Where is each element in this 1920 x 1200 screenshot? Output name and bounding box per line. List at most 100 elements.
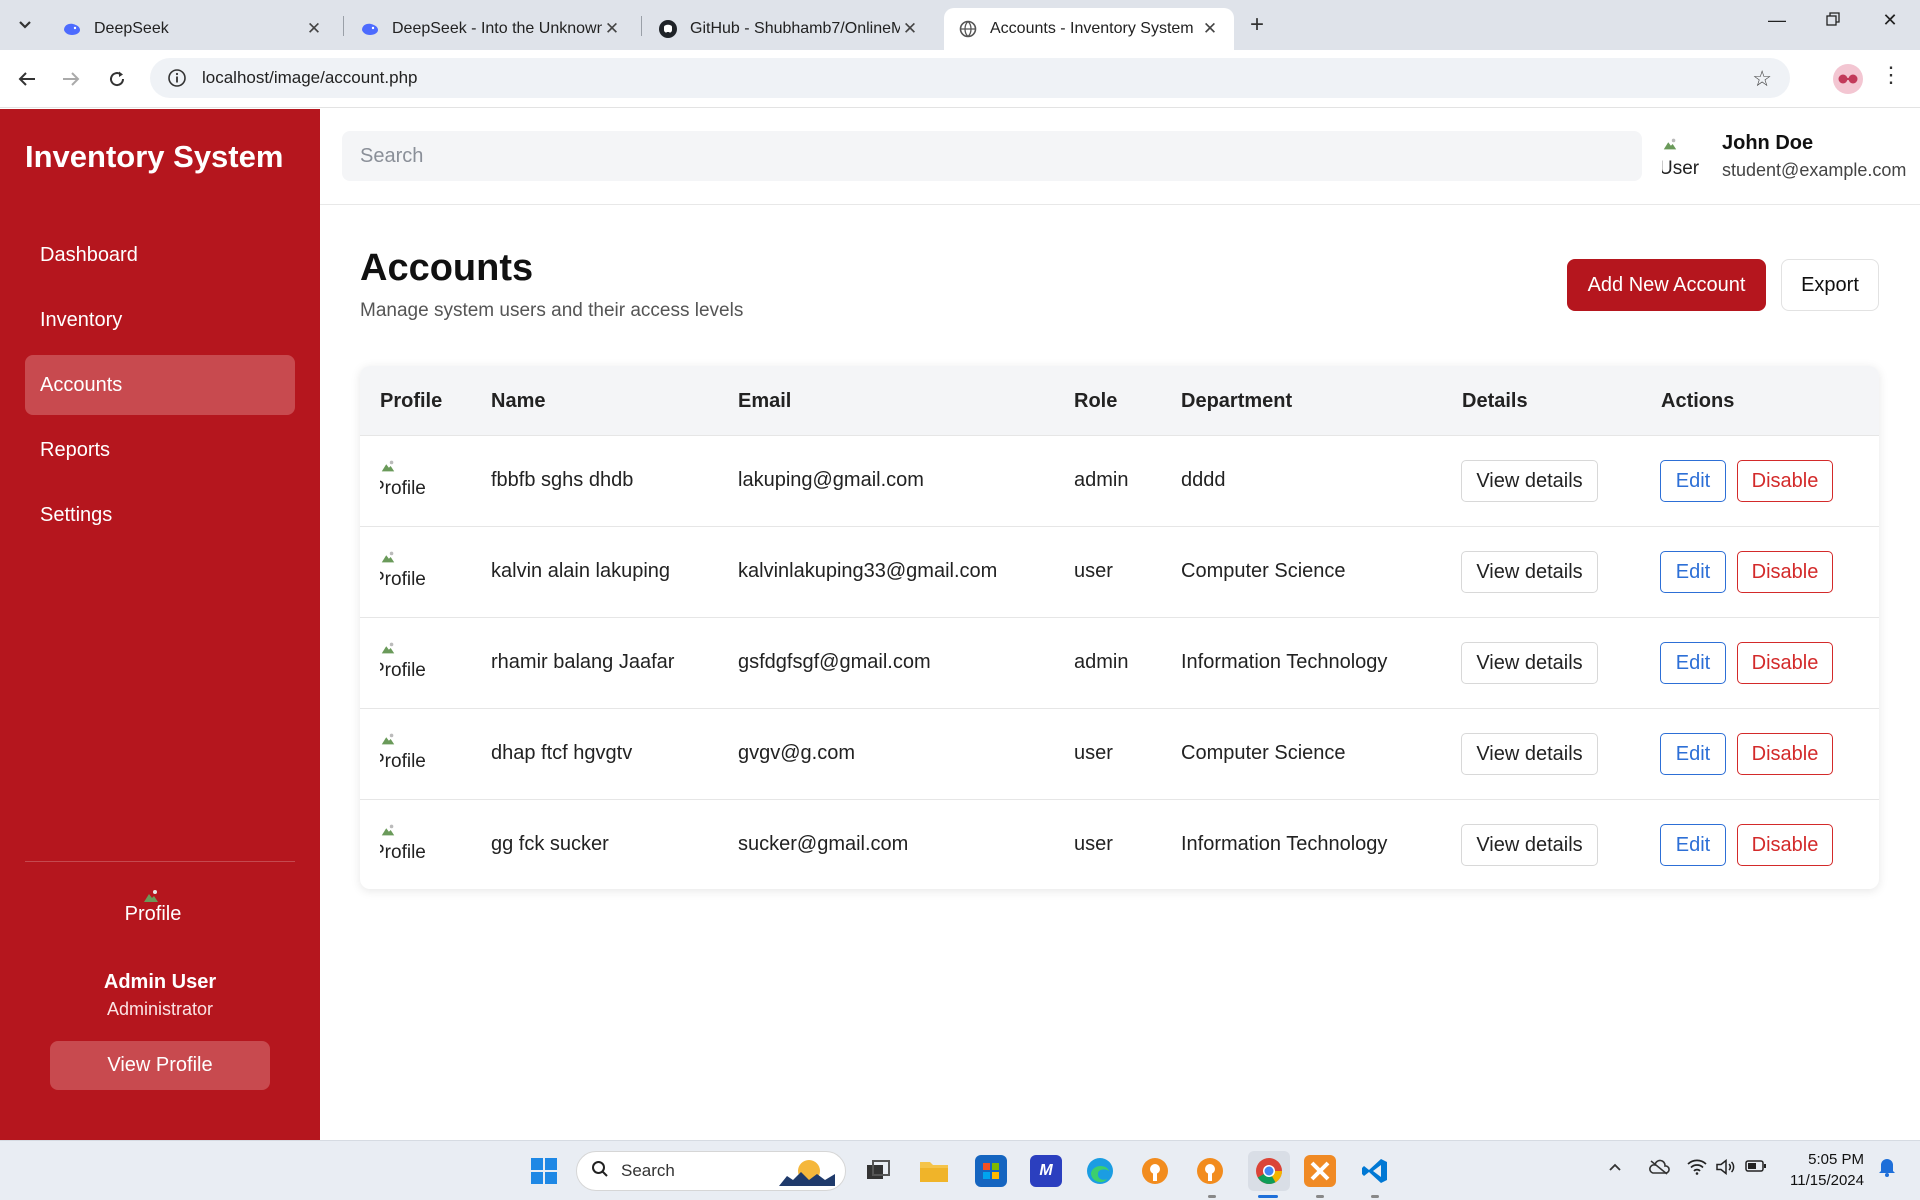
tray-chevron-up-icon[interactable] [1608,1159,1622,1177]
window-close-icon[interactable]: ✕ [1870,10,1910,31]
user-name: John Doe [1722,132,1814,154]
disable-button[interactable]: Disable [1737,551,1833,593]
stylus-app-icon[interactable]: M [1030,1155,1062,1187]
task-view-icon[interactable] [862,1155,894,1187]
sidebar-item-inventory[interactable]: Inventory [25,290,295,350]
tab-github[interactable]: GitHub - Shubhamb7/OnlineMc ✕ [644,8,934,50]
site-info-icon[interactable] [166,67,188,89]
url-text: localhost/image/account.php [202,68,418,87]
tab-title: GitHub - Shubhamb7/OnlineMc [690,20,900,37]
reload-icon[interactable] [102,64,132,94]
windows-start-icon[interactable] [528,1155,560,1187]
running-indicator [1316,1195,1324,1198]
tab-close-icon[interactable]: ✕ [602,19,622,39]
vscode-icon[interactable] [1359,1155,1391,1187]
row-avatar-alt: Profile [380,478,426,499]
row-avatar-alt: Profile [380,842,426,863]
onedrive-icon[interactable] [1648,1159,1670,1180]
view-details-button[interactable]: View details [1461,642,1598,684]
sidebar-divider [25,861,295,862]
disable-button[interactable]: Disable [1737,460,1833,502]
cell-role: user [1074,742,1113,764]
search-input[interactable] [342,131,1642,181]
edit-button[interactable]: Edit [1660,551,1726,593]
table-row: Profile kalvin alain lakuping kalvinlaku… [360,526,1879,617]
row-avatar-alt: Profile [380,660,426,681]
row-avatar: Profile [380,731,426,779]
xampp-icon[interactable] [1304,1155,1336,1187]
notification-bell-icon[interactable] [1878,1157,1896,1182]
tab-separator [641,16,642,36]
disable-button[interactable]: Disable [1737,642,1833,684]
sidebar: Inventory System Dashboard Inventory Acc… [0,109,320,1140]
view-details-button[interactable]: View details [1461,460,1598,502]
back-arrow-icon[interactable] [12,64,42,94]
cell-email: lakuping@gmail.com [738,469,924,491]
minimize-icon[interactable]: — [1757,10,1797,31]
edit-button[interactable]: Edit [1660,824,1726,866]
tab-deepseek-unknown[interactable]: DeepSeek - Into the Unknown ✕ [346,8,636,50]
running-indicator [1208,1195,1216,1198]
taskbar-clock[interactable]: 5:05 PM 11/15/2024 [1782,1149,1864,1191]
globe-icon [958,19,978,39]
edit-button[interactable]: Edit [1660,733,1726,775]
table-header: Profile Name Email Role Department Detai… [360,366,1879,435]
edit-button[interactable]: Edit [1660,642,1726,684]
file-explorer-icon[interactable] [918,1155,950,1187]
clock-date: 11/15/2024 [1790,1172,1864,1189]
app-orange-icon[interactable] [1194,1155,1226,1187]
sidebar-item-accounts[interactable]: Accounts [25,355,295,415]
column-header-department: Department [1181,390,1293,412]
view-profile-button[interactable]: View Profile [50,1041,270,1090]
browser-menu-icon[interactable]: ⋮ [1880,62,1902,88]
edit-button[interactable]: Edit [1660,460,1726,502]
export-button[interactable]: Export [1781,259,1879,311]
view-details-button[interactable]: View details [1461,551,1598,593]
view-details-button[interactable]: View details [1461,824,1598,866]
wifi-icon[interactable] [1687,1159,1707,1180]
tab-close-icon[interactable]: ✕ [900,19,920,39]
restore-icon[interactable] [1813,10,1853,31]
tab-close-icon[interactable]: ✕ [1200,19,1220,39]
tab-accounts-active[interactable]: Accounts - Inventory System ✕ [944,8,1234,50]
broken-image-icon [380,458,426,478]
column-header-email: Email [738,390,792,412]
microsoft-store-icon[interactable] [975,1155,1007,1187]
battery-icon[interactable] [1745,1159,1767,1178]
sidebar-item-settings[interactable]: Settings [25,485,295,545]
tab-close-icon[interactable]: ✕ [304,19,324,39]
disable-button[interactable]: Disable [1737,824,1833,866]
app-topbar: User John Doe student@example.com [320,109,1920,205]
new-tab-plus-icon[interactable]: + [1243,12,1271,40]
broken-image-icon [380,640,426,660]
tab-deepseek[interactable]: DeepSeek ✕ [48,8,338,50]
admin-name: Admin User [103,971,217,993]
admin-avatar-alt: Profile [124,903,182,925]
sidebar-item-reports[interactable]: Reports [25,420,295,480]
tab-search-chevron-icon[interactable] [12,12,38,38]
whale-icon [62,19,82,39]
taskbar-search[interactable]: Search [576,1151,846,1191]
address-bar[interactable]: localhost/image/account.php ☆ [150,58,1790,98]
sidebar-item-dashboard[interactable]: Dashboard [25,225,295,285]
view-details-button[interactable]: View details [1461,733,1598,775]
disable-button[interactable]: Disable [1737,733,1833,775]
running-indicator [1371,1195,1379,1198]
tab-separator [343,16,344,36]
chrome-icon[interactable] [1248,1151,1290,1191]
cell-role: user [1074,833,1113,855]
row-avatar: Profile [380,549,426,597]
user-email: student@example.com [1722,160,1907,180]
volume-icon[interactable] [1715,1158,1735,1180]
broken-image-icon [1662,135,1706,157]
add-new-account-button[interactable]: Add New Account [1567,259,1766,311]
edge-browser-icon[interactable] [1084,1155,1116,1187]
browser-profile-avatar[interactable] [1833,64,1863,94]
app-orange-icon[interactable] [1139,1155,1171,1187]
column-header-name: Name [491,390,546,412]
column-header-actions: Actions [1661,390,1735,412]
forward-arrow-icon[interactable] [56,64,86,94]
bookmark-star-icon[interactable]: ☆ [1752,66,1772,92]
browser-toolbar: localhost/image/account.php ☆ ⋮ [0,50,1920,108]
broken-image-icon [380,549,426,569]
